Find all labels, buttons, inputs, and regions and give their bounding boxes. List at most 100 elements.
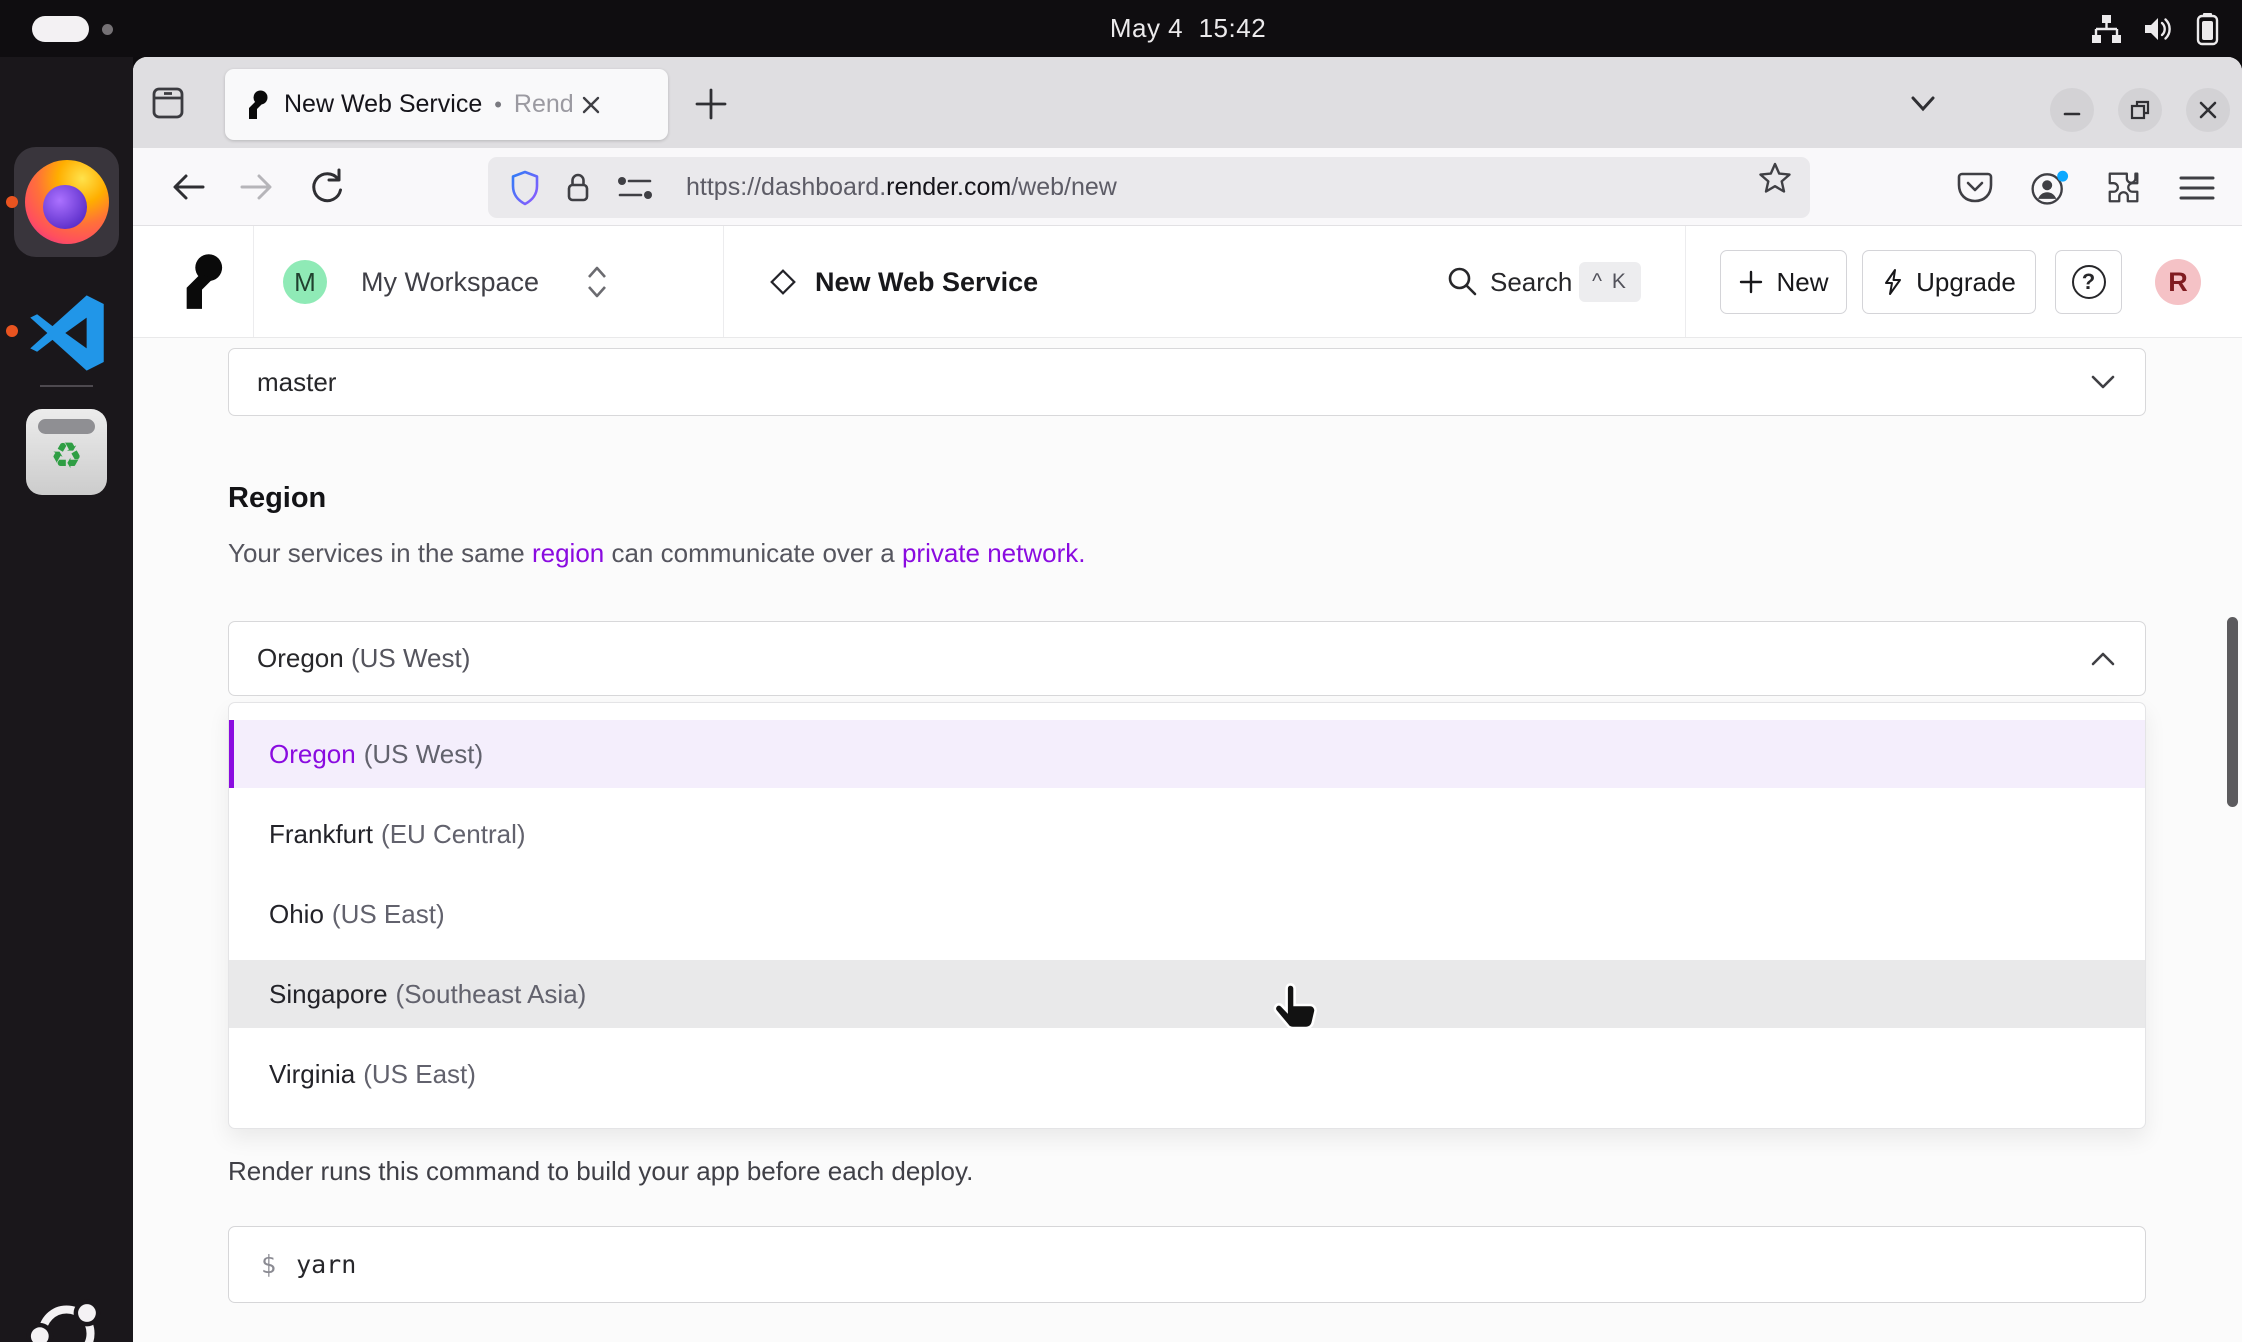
region-select-trigger[interactable]: Oregon (US West) xyxy=(228,621,2146,696)
close-icon xyxy=(2198,100,2218,120)
private-network-link[interactable]: private network. xyxy=(902,538,1086,568)
activities-pill[interactable] xyxy=(32,16,89,42)
command-value: yarn xyxy=(296,1250,356,1279)
list-tabs-chevron-icon[interactable] xyxy=(1901,89,1945,119)
tab-bar: New Web Service • Rend xyxy=(133,57,2242,148)
url-bar[interactable]: https://dashboard.render.com/web/new xyxy=(488,157,1810,218)
lock-icon[interactable] xyxy=(564,171,592,205)
vscode-icon xyxy=(26,292,108,374)
firefox-view-icon[interactable] xyxy=(146,81,190,125)
permissions-icon[interactable] xyxy=(614,173,656,203)
bookmark-star-icon[interactable] xyxy=(1758,161,1792,195)
tab-separator: • xyxy=(494,92,502,118)
chevron-up-icon xyxy=(2089,651,2117,667)
scrollbar-thumb[interactable] xyxy=(2227,617,2238,807)
region-options-list: Oregon(US West) Frankfurt(EU Central) Oh… xyxy=(228,702,2146,1129)
pocket-icon[interactable] xyxy=(1955,168,1995,208)
header-divider xyxy=(253,226,254,337)
system-tray[interactable] xyxy=(2090,12,2220,46)
dock-item-trash[interactable]: ♻ xyxy=(26,409,107,495)
branch-select[interactable]: master xyxy=(228,348,2146,416)
firefox-running-dot xyxy=(6,196,18,208)
url-prefix: https://dashboard. xyxy=(686,173,886,201)
command-prompt: $ xyxy=(261,1250,276,1279)
search-button[interactable]: Search xyxy=(1490,226,1572,338)
show-apps-button[interactable] xyxy=(22,1289,111,1342)
search-shortcut-badge: ^ K xyxy=(1579,262,1641,302)
system-clock[interactable]: May 4 15:42 xyxy=(1062,0,1314,57)
help-button[interactable]: ? xyxy=(2055,250,2122,314)
tab-title: New Web Service xyxy=(284,90,482,119)
lightning-icon xyxy=(1882,268,1904,296)
desktop: May 4 15:42 xyxy=(0,0,2242,1342)
region-link[interactable]: region xyxy=(532,538,604,568)
dock-item-firefox[interactable] xyxy=(14,147,119,257)
window-maximize-button[interactable] xyxy=(2118,88,2162,132)
window-close-button[interactable] xyxy=(2186,88,2230,132)
dock-item-vscode[interactable] xyxy=(26,292,108,374)
url-domain: render.com xyxy=(886,173,1011,201)
new-web-service-form: master Region Your services in the same … xyxy=(133,338,2242,1342)
render-logo[interactable] xyxy=(179,253,225,311)
region-select-value: Oregon (US West) xyxy=(257,643,470,674)
battery-icon xyxy=(2194,12,2220,46)
render-app-header: M My Workspace New Web Service Search ^ … xyxy=(133,226,2242,338)
region-option[interactable]: Singapore(Southeast Asia) xyxy=(229,960,2145,1028)
firefox-window: New Web Service • Rend xyxy=(133,57,2242,1342)
region-description: Your services in the same region can com… xyxy=(228,538,1085,569)
url-text: https://dashboard.render.com/web/new xyxy=(686,173,1117,202)
branch-select-value: master xyxy=(257,367,336,398)
account-icon[interactable] xyxy=(2029,168,2069,208)
region-option[interactable]: Oregon(US West) xyxy=(229,720,2145,788)
chevron-down-icon xyxy=(2089,374,2117,390)
navigation-toolbar: https://dashboard.render.com/web/new xyxy=(133,148,2242,226)
cursor-pointer-icon xyxy=(1272,982,1320,1034)
system-time: 15:42 xyxy=(1199,13,1267,43)
browser-tab[interactable]: New Web Service • Rend xyxy=(225,69,668,140)
service-diamond-icon xyxy=(768,267,798,297)
workspace-dot[interactable] xyxy=(102,24,113,35)
workspace-name[interactable]: My Workspace xyxy=(361,226,539,338)
network-icon xyxy=(2090,13,2122,45)
new-tab-button[interactable] xyxy=(689,82,733,126)
upgrade-button[interactable]: Upgrade xyxy=(1862,250,2036,314)
header-divider xyxy=(1685,226,1686,337)
page-title: New Web Service xyxy=(815,226,1038,338)
system-top-bar: May 4 15:42 xyxy=(0,0,2242,57)
new-button[interactable]: New xyxy=(1720,250,1847,314)
workspace-avatar[interactable]: M xyxy=(283,260,327,304)
dock: ♻ xyxy=(0,57,133,1342)
region-option[interactable]: Virginia(US East) xyxy=(229,1040,2145,1108)
question-icon: ? xyxy=(2072,265,2106,299)
build-command-input[interactable]: $ yarn xyxy=(228,1226,2146,1303)
reload-button[interactable] xyxy=(305,166,347,208)
system-date: May 4 xyxy=(1110,13,1183,43)
search-icon[interactable] xyxy=(1446,265,1478,297)
volume-icon xyxy=(2142,13,2174,45)
user-avatar[interactable]: R xyxy=(2155,259,2201,305)
workspace-switcher-chevrons-icon[interactable] xyxy=(585,264,609,300)
dock-divider xyxy=(40,385,93,387)
tracking-protection-shield-icon[interactable] xyxy=(510,170,540,206)
tab-close-icon[interactable] xyxy=(580,94,602,116)
minimize-icon xyxy=(2062,100,2082,120)
vscode-running-dot xyxy=(6,325,18,337)
maximize-icon xyxy=(2129,99,2151,121)
build-command-description: Render runs this command to build your a… xyxy=(228,1156,973,1187)
plus-icon xyxy=(1738,269,1764,295)
menu-hamburger-icon[interactable] xyxy=(2177,168,2217,208)
header-divider xyxy=(723,226,724,337)
recycle-icon: ♻ xyxy=(26,435,107,477)
back-button[interactable] xyxy=(167,166,209,208)
extensions-puzzle-icon[interactable] xyxy=(2105,168,2145,208)
render-favicon xyxy=(245,90,269,120)
window-minimize-button[interactable] xyxy=(2050,88,2094,132)
region-option[interactable]: Ohio(US East) xyxy=(229,880,2145,948)
tab-title-suffix: Rend xyxy=(514,90,578,119)
region-heading: Region xyxy=(228,482,326,515)
url-path: /web/new xyxy=(1011,173,1117,201)
ubuntu-logo-icon xyxy=(22,1289,111,1342)
region-option[interactable]: Frankfurt(EU Central) xyxy=(229,800,2145,868)
forward-button[interactable] xyxy=(236,166,278,208)
firefox-icon xyxy=(25,160,109,244)
